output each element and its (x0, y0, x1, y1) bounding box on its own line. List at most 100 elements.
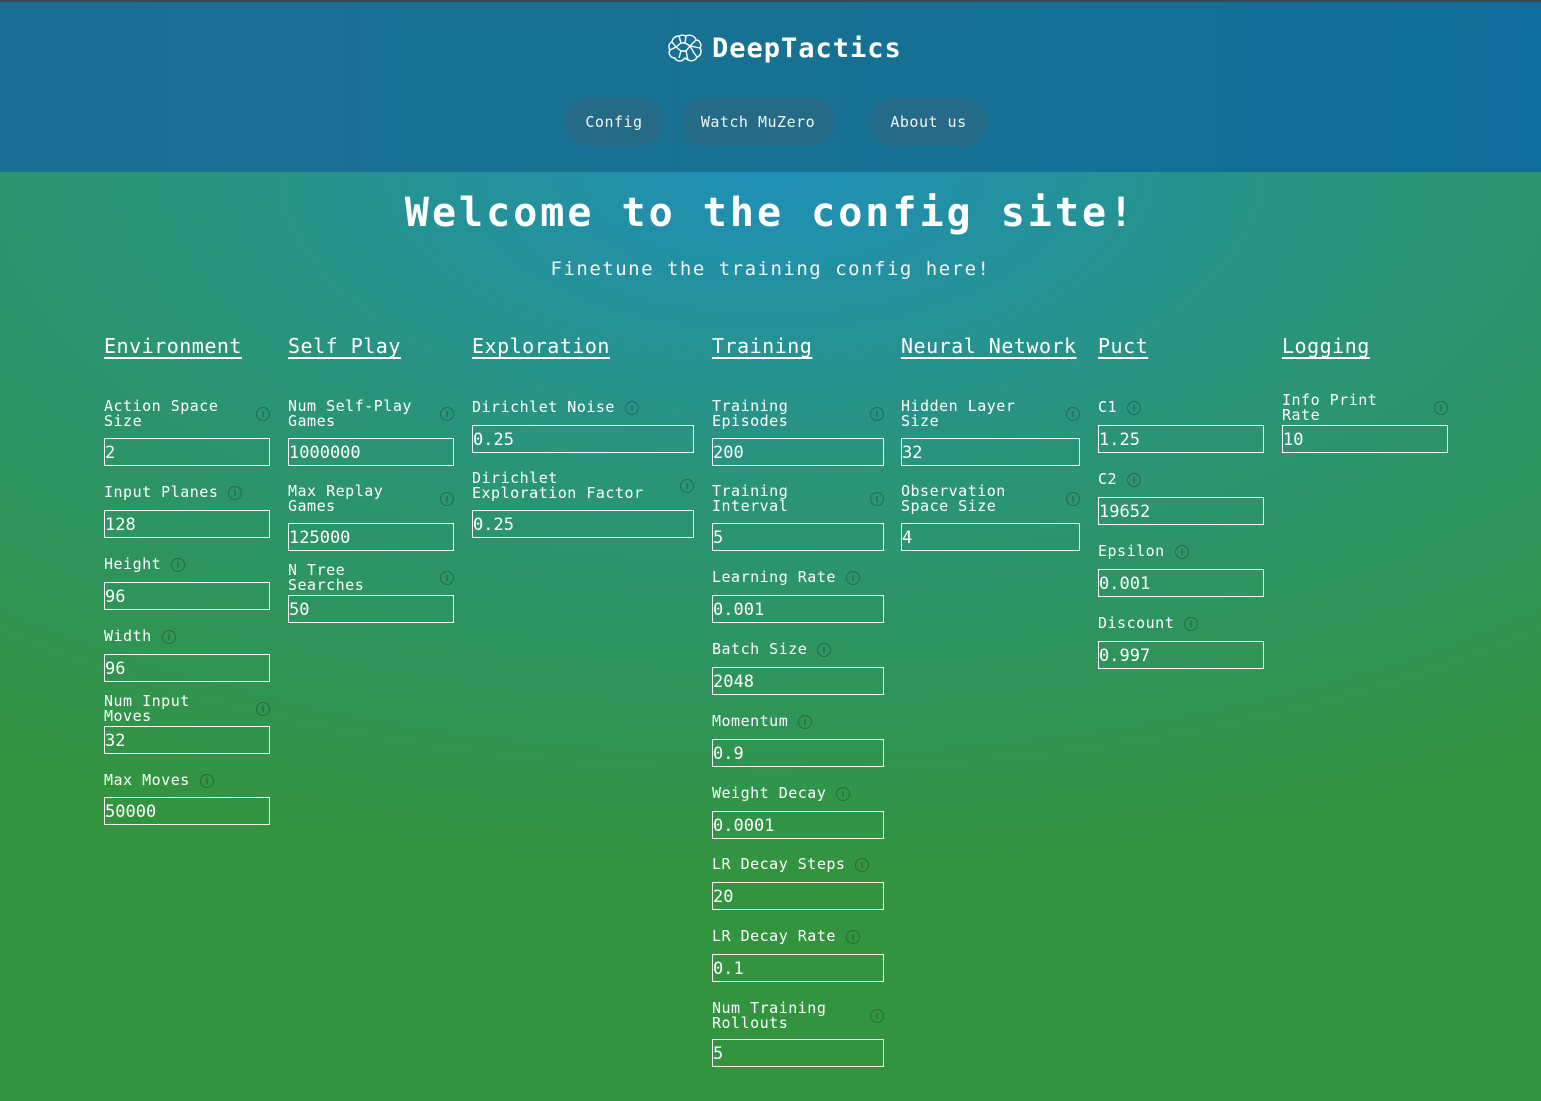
info-icon[interactable] (440, 570, 454, 585)
info-icon[interactable] (1184, 616, 1199, 631)
field-label: Max Moves (104, 771, 190, 789)
field-hidden-layer-size: Hidden Layer Size (901, 397, 1080, 466)
page-title: Welcome to the config site! (404, 190, 1137, 236)
field-label: Action Space Size (104, 397, 219, 430)
info-icon[interactable] (845, 570, 860, 585)
info-icon[interactable] (1434, 400, 1448, 415)
field-max-moves: Max Moves (104, 771, 270, 825)
field-label: Observation Space Size (901, 482, 1006, 515)
column-title-self-play[interactable]: Self Play (288, 334, 454, 362)
field-height: Height (104, 555, 270, 610)
num-self-play-games-input[interactable] (288, 438, 454, 466)
field-discount: Discount (1098, 614, 1264, 669)
brain-icon (668, 34, 702, 62)
learning-rate-input[interactable] (712, 595, 884, 623)
epsilon-input[interactable] (1098, 569, 1264, 597)
momentum-input[interactable] (712, 739, 884, 767)
n-tree-searches-input[interactable] (288, 595, 454, 623)
nav-about-us-button[interactable]: About us (870, 98, 987, 146)
field-label: Height (104, 555, 162, 573)
field-label: Discount (1098, 614, 1175, 632)
lr-decay-rate-input[interactable] (712, 954, 884, 982)
info-icon[interactable] (256, 701, 270, 716)
field-c1: C1 (1098, 400, 1264, 453)
field-label: Width (104, 627, 152, 645)
num-training-rollouts-input[interactable] (712, 1039, 884, 1067)
column-title-exploration[interactable]: Exploration (472, 334, 694, 362)
max-replay-games-input[interactable] (288, 523, 454, 551)
info-icon[interactable] (440, 407, 454, 421)
lr-decay-steps-input[interactable] (712, 882, 884, 910)
column-logging: Logging Info Print Rate (1282, 334, 1448, 453)
field-label: N Tree Searches (288, 560, 365, 594)
field-label: Training Interval (712, 482, 789, 515)
column-exploration: Exploration Dirichlet Noise Dirichlet Ex… (472, 334, 694, 538)
column-title-neural-network[interactable]: Neural Network (901, 334, 1080, 362)
info-icon[interactable] (256, 407, 270, 421)
info-icon[interactable] (870, 492, 884, 506)
brand[interactable]: DeepTactics (667, 30, 902, 66)
info-icon[interactable] (1174, 544, 1189, 559)
info-icon[interactable] (1066, 407, 1080, 421)
info-icon[interactable] (624, 400, 639, 415)
info-icon[interactable] (817, 642, 832, 657)
info-icon[interactable] (680, 479, 694, 493)
info-icon[interactable] (440, 492, 454, 506)
num-input-moves-input[interactable] (104, 726, 270, 754)
info-icon[interactable] (1127, 400, 1142, 415)
action-space-size-input[interactable] (104, 438, 270, 466)
info-icon[interactable] (228, 485, 243, 500)
info-icon[interactable] (870, 407, 884, 421)
info-icon[interactable] (855, 857, 870, 872)
max-moves-input[interactable] (104, 797, 270, 825)
training-interval-input[interactable] (712, 523, 884, 551)
field-weight-decay: Weight Decay (712, 784, 884, 839)
hidden-layer-size-input[interactable] (901, 438, 1080, 466)
info-icon[interactable] (1127, 472, 1142, 487)
field-label: Num Self-Play Games (288, 397, 412, 430)
field-label: Num Training Rollouts (712, 999, 827, 1032)
field-momentum: Momentum (712, 714, 884, 767)
column-title-training[interactable]: Training (712, 334, 884, 362)
field-info-print-rate: Info Print Rate (1282, 392, 1448, 453)
field-dirichlet-exploration-factor: Dirichlet Exploration Factor (472, 470, 694, 538)
c1-input[interactable] (1098, 425, 1264, 453)
field-epsilon: Epsilon (1098, 544, 1264, 597)
field-dirichlet-noise: Dirichlet Noise (472, 398, 694, 453)
nav-config-button[interactable]: Config (565, 98, 663, 146)
column-puct: Puct C1 C2 Epsilon Discount (1098, 334, 1264, 669)
field-learning-rate: Learning Rate (712, 570, 884, 623)
info-icon[interactable] (870, 1009, 884, 1023)
width-input[interactable] (104, 654, 270, 682)
height-input[interactable] (104, 582, 270, 610)
column-title-logging[interactable]: Logging (1282, 334, 1448, 362)
info-icon[interactable] (845, 929, 860, 944)
dirichlet-exploration-factor-input[interactable] (472, 510, 694, 538)
column-title-environment[interactable]: Environment (104, 334, 270, 362)
training-episodes-input[interactable] (712, 438, 884, 466)
c2-input[interactable] (1098, 497, 1264, 525)
weight-decay-input[interactable] (712, 811, 884, 839)
dirichlet-noise-input[interactable] (472, 425, 694, 453)
input-planes-input[interactable] (104, 510, 270, 538)
info-icon[interactable] (1066, 492, 1080, 506)
info-icon[interactable] (161, 629, 176, 644)
info-print-rate-input[interactable] (1282, 425, 1448, 453)
column-title-puct[interactable]: Puct (1098, 334, 1264, 362)
info-icon[interactable] (199, 773, 214, 788)
observation-space-size-input[interactable] (901, 523, 1080, 551)
field-num-training-rollouts: Num Training Rollouts (712, 999, 884, 1067)
field-lr-decay-steps: LR Decay Steps (712, 857, 884, 910)
batch-size-input[interactable] (712, 667, 884, 695)
field-observation-space-size: Observation Space Size (901, 482, 1080, 551)
info-icon[interactable] (798, 714, 813, 729)
info-icon[interactable] (836, 786, 851, 801)
field-lr-decay-rate: LR Decay Rate (712, 929, 884, 982)
info-icon[interactable] (171, 557, 186, 572)
field-label: Dirichlet Noise (472, 398, 615, 416)
field-num-self-play-games: Num Self-Play Games (288, 397, 454, 466)
field-label: Weight Decay (712, 784, 827, 802)
field-label: Hidden Layer Size (901, 397, 1016, 430)
discount-input[interactable] (1098, 641, 1264, 669)
nav-watch-muzero-button[interactable]: Watch MuZero (681, 98, 835, 146)
